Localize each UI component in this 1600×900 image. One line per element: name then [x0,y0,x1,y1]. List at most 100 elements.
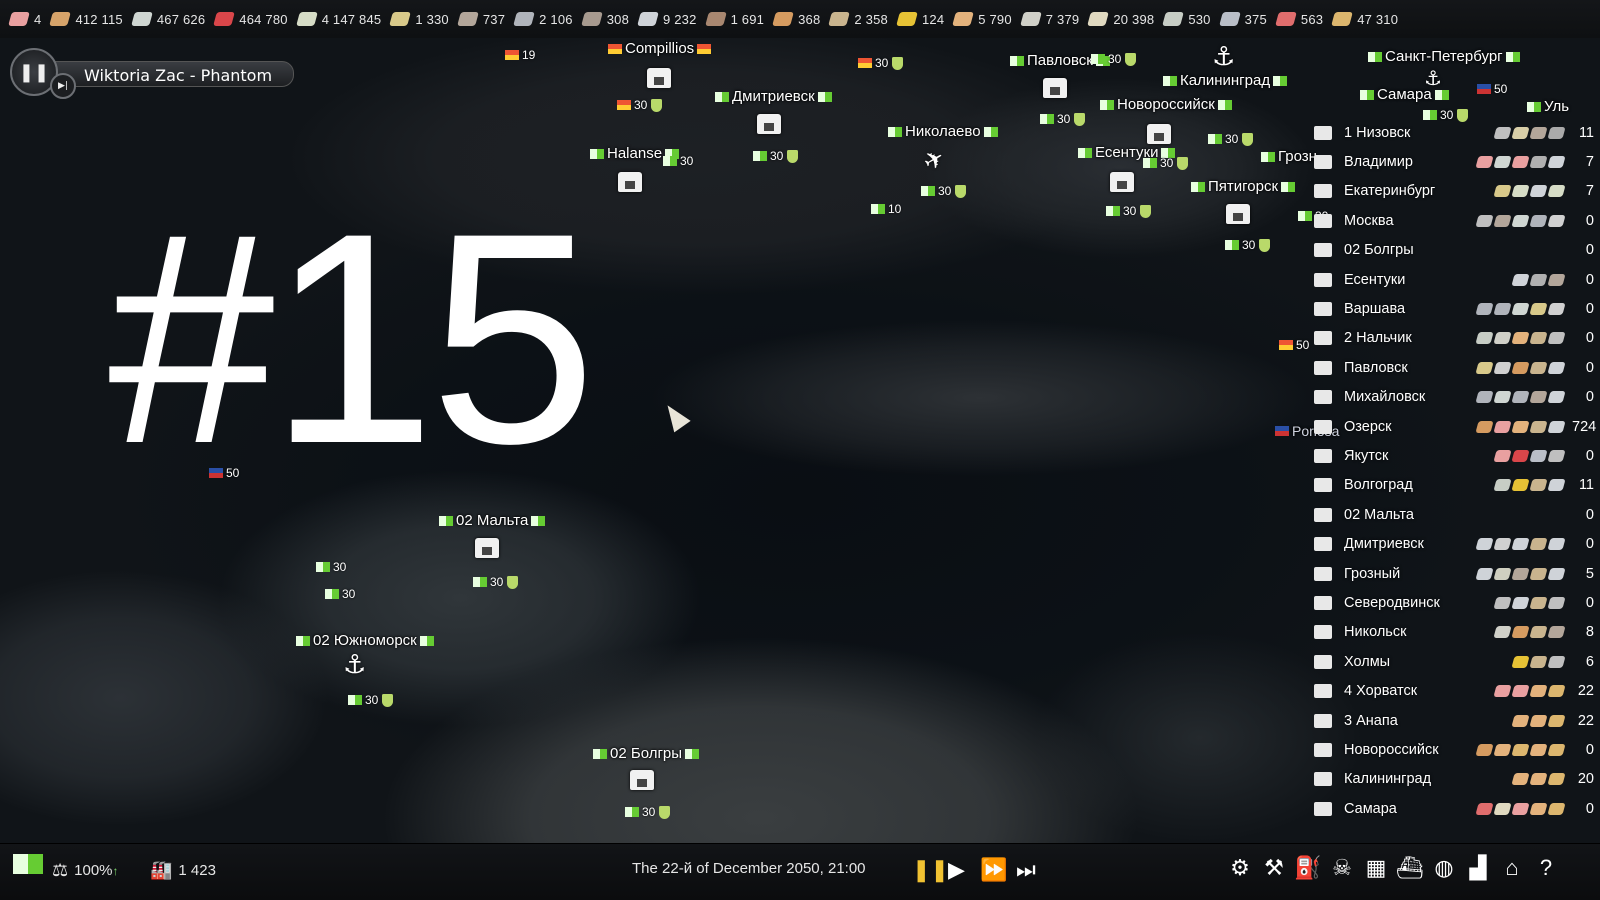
city-label-nikolaevo[interactable]: Николаево [885,123,1001,140]
garrison-marker[interactable]: 30 [470,575,519,589]
city-list-item[interactable]: Михайловск 0 [1310,383,1600,412]
port-anchor-icon[interactable]: ⚓ [343,650,366,680]
city-list-item[interactable]: Новороссийск 0 [1310,735,1600,764]
military-button[interactable]: ☠ [1328,854,1356,882]
fast-forward-button[interactable]: ⏩ [980,857,1007,883]
resource-counter[interactable]: 7 379 [1019,12,1080,27]
port-anchor-icon[interactable]: ⚓ [1424,66,1442,90]
resource-counter[interactable]: 4 147 845 [295,12,382,27]
stability-indicator[interactable]: ⚖ 100% ↑ [52,860,119,881]
settings-button[interactable]: ⚙ [1226,854,1254,882]
resource-counter[interactable]: 20 398 [1087,12,1154,27]
play-button[interactable]: ▶ [948,857,965,883]
city-button[interactable]: ▦ [1362,854,1390,882]
city-list-item[interactable]: Северодвинск 0 [1310,588,1600,617]
city-list-item[interactable]: 4 Хорватск 22 [1310,676,1600,705]
city-list-item[interactable]: Никольск 8 [1310,618,1600,647]
resource-counter[interactable]: 2 106 [513,12,573,27]
garrison-marker[interactable]: 30 [855,56,904,70]
resource-counter[interactable]: 737 [456,12,505,27]
city-list-item[interactable]: 2 Нальчик 0 [1310,324,1600,353]
city-label-yuzhnomorsk[interactable]: 02 Южноморск [293,632,437,649]
resource-counter[interactable]: 47 310 [1331,12,1398,27]
city-list-item[interactable]: 02 Болгры 0 [1310,236,1600,265]
garrison-marker[interactable]: 30 [1140,156,1189,170]
resource-counter[interactable]: 5 790 [952,12,1012,27]
city-label-ul[interactable]: Уль [1524,98,1569,115]
city-label-grozn[interactable]: Грозн [1258,148,1317,165]
city-building-icon[interactable] [1147,124,1171,144]
industry-button[interactable]: ⛽ [1294,854,1322,882]
city-list-item[interactable]: 1 Низовск 11 [1310,118,1600,147]
garrison-marker[interactable]: 30 [1088,52,1137,66]
city-list-item[interactable]: Якутск 0 [1310,441,1600,470]
resource-counter[interactable]: 4 [8,12,41,27]
garrison-marker[interactable]: 50 [1474,82,1507,96]
garrison-marker[interactable]: 50 [1276,338,1309,352]
city-list-item[interactable]: 3 Анапа 22 [1310,706,1600,735]
government-button[interactable]: ⌂ [1498,854,1526,882]
nation-flag[interactable] [10,854,46,874]
city-building-icon[interactable] [1043,78,1067,98]
city-label-dmitrievsk[interactable]: Дмитриевск [712,88,835,105]
factory-button[interactable]: ⛴ [1396,854,1424,882]
city-label-pyatigorsk[interactable]: Пятигорск [1188,178,1298,195]
city-building-icon[interactable] [1226,204,1250,224]
city-label-novorossiysk[interactable]: Новороссийск [1097,96,1235,113]
city-building-icon[interactable] [1110,172,1134,192]
city-label-kaliningrad[interactable]: Калининград [1160,72,1290,89]
build-button[interactable]: ⚒ [1260,854,1288,882]
airport-plane-icon[interactable]: ✈ [918,143,949,177]
city-label-st-petersburg[interactable]: Санкт-Петербург [1365,48,1523,65]
city-list-item[interactable]: Екатеринбург 7 [1310,177,1600,206]
city-list-item[interactable]: Есентуки 0 [1310,265,1600,294]
garrison-marker[interactable]: 30 [622,805,671,819]
resource-counter[interactable]: 124 [896,12,944,27]
resource-counter[interactable]: 1 330 [389,12,449,27]
population-indicator[interactable]: 🏭 1 423 [150,860,216,881]
city-list-item[interactable]: Дмитриевск 0 [1310,529,1600,558]
city-list-item[interactable]: Самара 0 [1310,794,1600,823]
resource-counter[interactable]: 368 [772,12,820,27]
city-list-item[interactable]: Владимир 7 [1310,147,1600,176]
city-list-item[interactable]: Холмы 6 [1310,647,1600,676]
pause-button[interactable]: ❚❚ [912,857,949,883]
resource-counter[interactable]: 464 780 [213,12,287,27]
resource-counter[interactable]: 2 358 [828,12,888,27]
garrison-marker[interactable]: 30 [313,560,346,574]
city-list-item[interactable]: Москва 0 [1310,206,1600,235]
city-label-compillios[interactable]: Compillios [605,40,714,57]
resource-counter[interactable]: 375 [1218,12,1267,27]
resource-counter[interactable]: 563 [1275,12,1323,27]
fastest-button[interactable]: ⏭ [1016,857,1036,883]
city-label-bolgry[interactable]: 02 Болгры [590,745,702,762]
city-building-icon[interactable] [630,770,654,790]
garrison-marker[interactable]: 30 [1103,204,1152,218]
city-list-item[interactable]: 02 Мальта 0 [1310,500,1600,529]
stats-button[interactable]: ▟ [1464,854,1492,882]
garrison-marker[interactable]: 30 [750,149,799,163]
city-list-item[interactable]: Павловск 0 [1310,353,1600,382]
city-list-item[interactable]: Грозный 5 [1310,559,1600,588]
garrison-marker[interactable]: 30 [1037,112,1086,126]
garrison-marker[interactable]: 30 [322,587,355,601]
city-building-icon[interactable] [475,538,499,558]
garrison-marker[interactable]: 30 [918,184,967,198]
city-building-icon[interactable] [757,114,781,134]
garrison-marker[interactable]: 19 [502,48,535,62]
resource-counter[interactable]: 308 [580,12,629,27]
garrison-marker[interactable]: 10 [868,202,901,216]
city-list-item[interactable]: Озерск 724 [1310,412,1600,441]
garrison-marker[interactable]: 30 [660,154,693,168]
globe-button[interactable]: ◍ [1430,854,1458,882]
city-label-malta[interactable]: 02 Мальта [436,512,548,529]
city-list-item[interactable]: Калининград 20 [1310,765,1600,794]
city-list-item[interactable]: Варшава 0 [1310,294,1600,323]
garrison-marker[interactable]: 30 [345,693,394,707]
resource-counter[interactable]: 1 691 [704,12,765,27]
resource-counter[interactable]: 467 626 [130,12,205,27]
city-building-icon[interactable] [647,68,671,88]
garrison-marker[interactable]: 30 [614,98,663,112]
resource-counter[interactable]: 412 115 [49,12,123,27]
help-button[interactable]: ? [1532,854,1560,882]
